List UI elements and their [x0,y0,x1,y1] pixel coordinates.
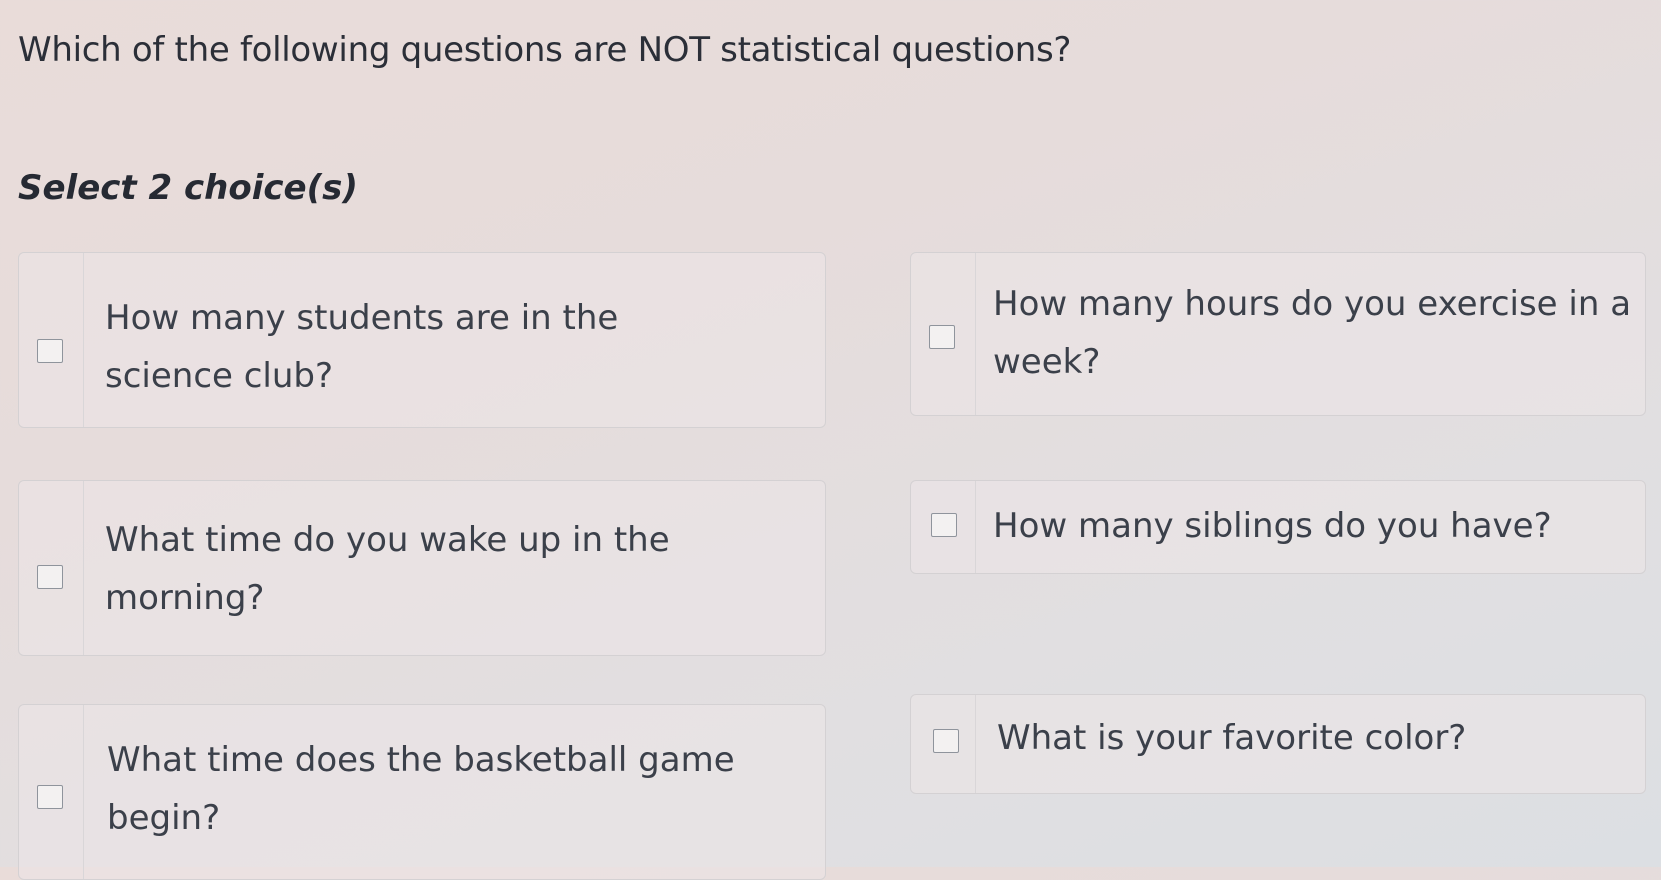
checkbox-6[interactable] [933,729,959,753]
choice-label-6: What is your favorite color? [997,718,1467,758]
checkbox-3[interactable] [37,565,63,589]
choice-option-1[interactable]: How many students are in the science clu… [18,252,826,428]
choice-label-1: How many students are in the science clu… [105,298,619,396]
checkbox-4[interactable] [931,513,957,537]
choice-option-4[interactable]: How many siblings do you have? [910,480,1646,574]
select-count-instruction: Select 2 choice(s) [18,168,358,208]
choice-option-5[interactable]: What time does the basketball game begin… [18,704,826,880]
choice-label-2: How many hours do you exercise in a week… [993,284,1632,382]
checkbox-5[interactable] [37,785,63,809]
question-text: Which of the following questions are NOT… [18,30,1072,70]
choice-option-2[interactable]: How many hours do you exercise in a week… [910,252,1646,416]
checkbox-1[interactable] [37,339,63,363]
choice-option-3[interactable]: What time do you wake up in the morning? [18,480,826,656]
choice-option-6[interactable]: What is your favorite color? [910,694,1646,794]
choice-label-5: What time does the basketball game begin… [107,740,735,838]
choice-label-4: How many siblings do you have? [993,506,1552,546]
choice-label-3: What time do you wake up in the morning? [105,520,670,618]
checkbox-2[interactable] [929,325,955,349]
